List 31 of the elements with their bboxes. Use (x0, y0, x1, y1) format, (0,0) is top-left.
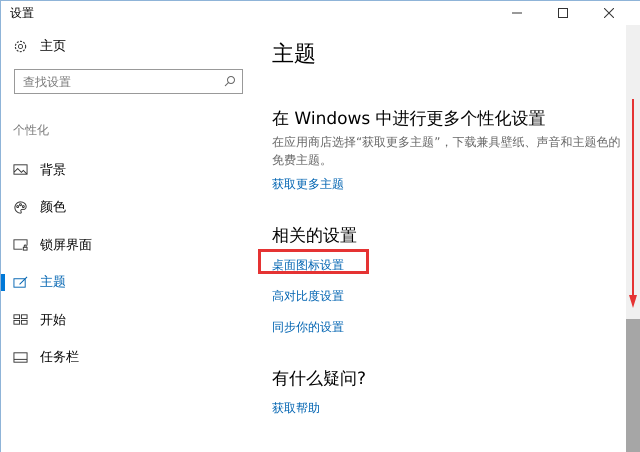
maximize-icon[interactable] (558, 8, 568, 18)
section-heading: 在 Windows 中进行更多个性化设置 (272, 108, 547, 130)
search-field[interactable]: 查找设置 (14, 69, 243, 94)
taskbar-icon (13, 350, 28, 365)
description-text: 在应用商店选择“获取更多主题”，下载兼具壁纸、声音和主题色的免费主题。 (272, 134, 622, 169)
settings-link[interactable]: 同步你的设置 (272, 319, 344, 336)
palette-icon (13, 200, 28, 215)
close-icon[interactable] (604, 8, 614, 18)
settings-link[interactable]: 桌面图标设置 (272, 257, 344, 274)
nav-item[interactable]: 背景 (1, 151, 251, 188)
nav-item[interactable]: 主题 (1, 264, 251, 301)
section-heading: 有什么疑问? (272, 368, 368, 390)
gear-icon (13, 38, 28, 54)
nav-item[interactable]: 任务栏 (1, 338, 251, 376)
nav-item[interactable]: 锁屏界面 (1, 226, 251, 264)
tiles-icon (13, 312, 28, 328)
brush-icon (13, 274, 28, 290)
scrollbar[interactable] (626, 25, 640, 452)
section-label: 个性化 (13, 122, 50, 139)
settings-link[interactable]: 获取更多主题 (272, 176, 344, 193)
nav-item[interactable]: 开始 (1, 301, 251, 338)
nav-item[interactable]: 颜色 (1, 188, 251, 226)
home-link[interactable]: 主页 (40, 37, 66, 55)
picture-icon (13, 162, 28, 178)
section-heading: 相关的设置 (272, 225, 358, 247)
settings-link[interactable]: 获取帮助 (272, 400, 320, 417)
search-icon (224, 75, 236, 87)
screen-icon (13, 237, 28, 252)
page-title: 主题 (272, 41, 317, 69)
window-title: 设置 (10, 4, 34, 22)
settings-link[interactable]: 高对比度设置 (272, 288, 344, 305)
